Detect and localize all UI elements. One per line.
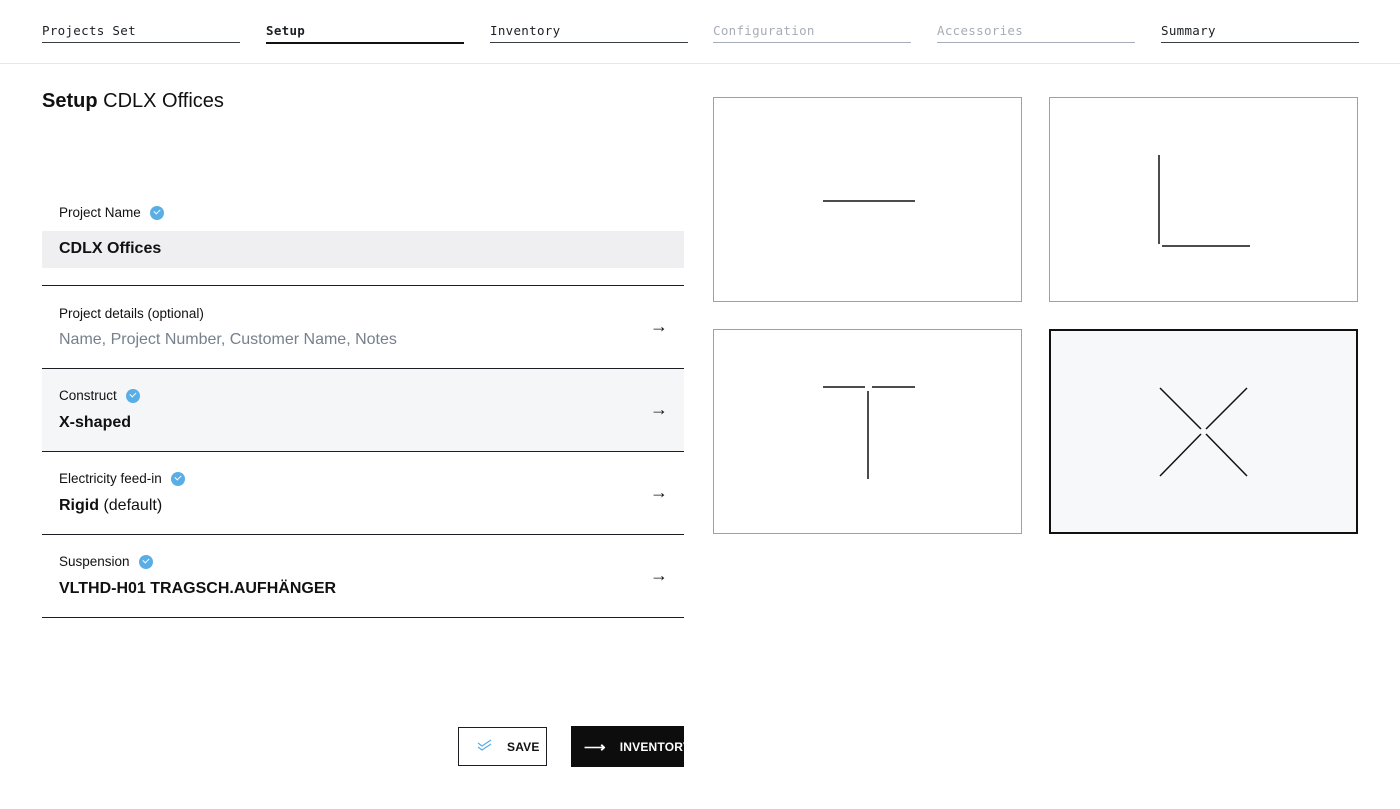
step-projects-set[interactable]: Projects Set	[42, 22, 240, 43]
shape-option-i[interactable]	[713, 97, 1022, 302]
x-shape-icon	[1159, 387, 1248, 477]
step-setup[interactable]: Setup	[266, 22, 464, 44]
construct-value-text: X-shaped	[59, 414, 132, 431]
electricity-default-suffix: (default)	[99, 497, 163, 514]
electricity-feed-label: Electricity feed-in	[59, 471, 185, 486]
double-check-icon	[477, 739, 493, 754]
arrow-right-icon[interactable]: →	[650, 316, 668, 337]
arrow-right-icon: ⟶	[584, 738, 606, 756]
electricity-value-text: Rigid	[59, 497, 99, 514]
step-navigation: Projects Set Setup Inventory Configurati…	[0, 0, 1400, 64]
shape-option-l[interactable]	[1049, 97, 1358, 302]
step-summary[interactable]: Summary	[1161, 22, 1359, 43]
project-name-input[interactable]: CDLX Offices	[42, 231, 684, 268]
page-title: Setup CDLX Offices	[42, 90, 224, 113]
construct-value: X-shaped	[59, 414, 131, 432]
suspension-label-text: Suspension	[59, 554, 130, 569]
step-configuration: Configuration	[713, 22, 911, 43]
construct-label-text: Construct	[59, 388, 117, 403]
t-shape-icon	[823, 386, 915, 479]
suspension-value-text: VLTHD-H01 TRAGSCH.AUFHÄNGER	[59, 580, 337, 597]
construct-label: Construct	[59, 388, 140, 403]
verified-check-icon	[138, 554, 153, 569]
verified-check-icon	[170, 471, 185, 486]
project-name-value: CDLX Offices	[59, 240, 162, 257]
step-label: Projects Set	[42, 23, 136, 38]
step-inventory[interactable]: Inventory	[490, 22, 688, 43]
suspension-value: VLTHD-H01 TRAGSCH.AUFHÄNGER	[59, 580, 336, 598]
arrow-right-icon[interactable]: →	[650, 482, 668, 503]
verified-check-icon	[125, 388, 140, 403]
project-name-label-text: Project Name	[59, 205, 141, 220]
step-label: Summary	[1161, 23, 1216, 38]
electricity-feed-value: Rigid (default)	[59, 497, 162, 515]
step-label: Inventory	[490, 23, 561, 38]
electricity-feed-row[interactable]: Electricity feed-in Rigid (default) →	[42, 452, 684, 535]
shape-option-x[interactable]	[1049, 329, 1358, 534]
verified-check-icon	[149, 205, 164, 220]
project-name-label: Project Name	[59, 205, 164, 220]
save-label: SAVE	[507, 739, 540, 754]
setup-form: Project Name CDLX Offices Project detail…	[42, 196, 684, 618]
electricity-label-text: Electricity feed-in	[59, 471, 162, 486]
inventory-label: INVENTORY	[619, 739, 691, 754]
title-project-name: CDLX Offices	[103, 90, 224, 112]
suspension-label: Suspension	[59, 554, 153, 569]
project-details-placeholder: Name, Project Number, Customer Name, Not…	[59, 331, 397, 348]
step-label: Accessories	[937, 23, 1024, 38]
project-details-label: Project details (optional)	[59, 306, 204, 321]
project-details-row[interactable]: Project details (optional) Name, Project…	[42, 286, 684, 369]
straight-line-icon	[823, 200, 915, 202]
shape-option-t[interactable]	[713, 329, 1022, 534]
step-label: Configuration	[713, 23, 815, 38]
project-name-row: Project Name CDLX Offices	[42, 196, 684, 286]
title-prefix: Setup	[42, 90, 98, 112]
step-accessories: Accessories	[937, 22, 1135, 43]
construct-row[interactable]: Construct X-shaped →	[42, 369, 684, 452]
save-button[interactable]: SAVE	[458, 727, 547, 766]
inventory-button[interactable]: ⟶ INVENTORY	[571, 726, 691, 767]
l-shape-icon	[1158, 155, 1250, 247]
step-label: Setup	[266, 23, 306, 38]
arrow-right-icon[interactable]: →	[650, 399, 668, 420]
arrow-right-icon[interactable]: →	[650, 565, 668, 586]
suspension-row[interactable]: Suspension VLTHD-H01 TRAGSCH.AUFHÄNGER →	[42, 535, 684, 618]
